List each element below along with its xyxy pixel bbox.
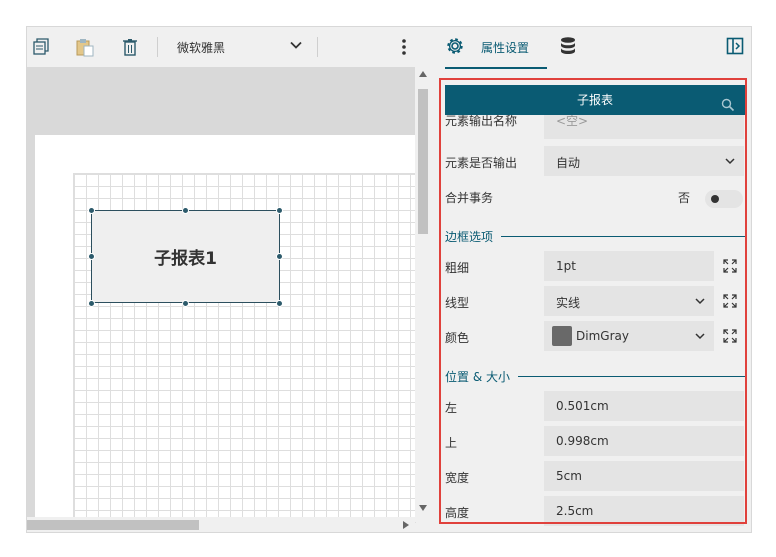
property-label: 高度 <box>445 506 470 520</box>
section-title: 位置 & 大小 <box>445 368 518 385</box>
chevron-down-icon[interactable] <box>694 295 706 310</box>
property-label: 颜色 <box>445 331 470 345</box>
search-icon[interactable] <box>721 93 735 112</box>
panel-collapse-icon[interactable] <box>726 37 744 58</box>
vertical-scroll-thumb[interactable] <box>418 89 428 234</box>
section-position-size[interactable]: 位置 & 大小 <box>445 366 745 386</box>
tab-properties[interactable]: 属性设置 <box>481 39 529 56</box>
property-value: 实线 <box>556 296 581 310</box>
section-title: 边框选项 <box>445 228 502 245</box>
more-vertical-icon[interactable] <box>399 37 409 57</box>
active-tab-indicator <box>445 67 547 69</box>
expand-icon[interactable] <box>723 294 737 308</box>
property-row-merge-transaction: 合并事务 否 <box>445 181 745 211</box>
property-row-left: 左 0.501cm <box>445 391 745 421</box>
property-value: <空> <box>556 115 589 128</box>
top-field[interactable]: 0.998cm <box>544 426 744 456</box>
resize-handle[interactable] <box>182 207 189 214</box>
toggle-knob <box>711 195 719 203</box>
scroll-right-arrow-icon[interactable] <box>403 521 409 529</box>
horizontal-scrollbar[interactable] <box>27 517 415 532</box>
resize-handle[interactable] <box>88 253 95 260</box>
toolbar-separator <box>317 37 318 57</box>
gear-icon[interactable] <box>445 36 465 59</box>
output-name-field[interactable]: <空> <box>544 115 744 139</box>
resize-handle[interactable] <box>182 300 189 307</box>
property-value: 自动 <box>556 156 581 170</box>
property-row-thickness: 粗细 1pt <box>445 251 745 281</box>
scroll-down-arrow-icon[interactable] <box>419 505 427 511</box>
left-field[interactable]: 0.501cm <box>544 391 744 421</box>
expand-icon[interactable] <box>723 259 737 273</box>
section-border-options[interactable]: 边框选项 <box>445 226 745 246</box>
report-designer-window: 微软雅黑 子报表1 属性设置 子报表 元素输出名称 <空> 元素是否输出 自动 … <box>26 26 752 533</box>
report-page <box>35 135 416 526</box>
paste-icon[interactable] <box>75 37 95 57</box>
property-label: 线型 <box>445 296 470 310</box>
resize-handle[interactable] <box>88 207 95 214</box>
property-label: 粗细 <box>445 261 470 275</box>
database-icon[interactable] <box>559 36 577 59</box>
line-type-select[interactable]: 实线 <box>544 286 714 316</box>
element-output-select[interactable]: 自动 <box>544 146 744 176</box>
panel-tab-bar: 属性设置 <box>437 27 751 69</box>
property-label: 左 <box>445 401 458 415</box>
horizontal-scroll-thumb[interactable] <box>27 520 199 530</box>
property-value: 0.501cm <box>556 399 609 413</box>
property-row-width: 宽度 5cm <box>445 461 745 491</box>
property-row-color: 颜色 DimGray <box>445 321 745 351</box>
editor-toolbar: 微软雅黑 <box>27 27 437 67</box>
property-label: 元素输出名称 <box>445 115 518 128</box>
toggle-state-label: 否 <box>678 191 691 205</box>
color-swatch <box>552 326 572 346</box>
property-value: DimGray <box>576 329 629 343</box>
chevron-down-icon[interactable] <box>289 38 303 55</box>
property-value: 0.998cm <box>556 434 609 448</box>
toolbar-separator <box>157 37 158 57</box>
property-row-height: 高度 2.5cm <box>445 496 745 526</box>
property-row-element-output: 元素是否输出 自动 <box>445 146 745 176</box>
chevron-down-icon[interactable] <box>694 330 706 345</box>
vertical-scrollbar[interactable] <box>415 67 431 517</box>
property-row-top: 上 0.998cm <box>445 426 745 456</box>
font-select[interactable]: 微软雅黑 <box>177 39 225 56</box>
chevron-down-icon[interactable] <box>724 155 736 170</box>
search-bar-title: 子报表 <box>576 93 613 107</box>
height-field[interactable]: 2.5cm <box>544 496 744 526</box>
resize-handle[interactable] <box>276 253 283 260</box>
merge-transaction-toggle[interactable] <box>705 190 743 208</box>
property-label: 宽度 <box>445 471 470 485</box>
resize-handle[interactable] <box>276 300 283 307</box>
properties-panel: 子报表 元素输出名称 <空> 元素是否输出 自动 合并事务 否 边框选项 粗细 … <box>437 77 751 532</box>
property-row-output-name: 元素输出名称 <空> <box>445 115 745 139</box>
expand-icon[interactable] <box>723 329 737 343</box>
property-label: 上 <box>445 436 458 450</box>
property-row-line-type: 线型 实线 <box>445 286 745 316</box>
property-search-bar[interactable]: 子报表 <box>445 85 745 115</box>
property-value: 5cm <box>556 469 582 483</box>
delete-icon[interactable] <box>120 37 140 57</box>
property-value: 1pt <box>556 259 576 273</box>
width-field[interactable]: 5cm <box>544 461 744 491</box>
property-value: 2.5cm <box>556 504 594 518</box>
subreport-element[interactable]: 子报表1 <box>91 210 280 303</box>
subreport-label: 子报表1 <box>154 249 217 269</box>
thickness-field[interactable]: 1pt <box>544 251 714 281</box>
property-label: 元素是否输出 <box>445 156 518 170</box>
scroll-up-arrow-icon[interactable] <box>419 71 427 77</box>
resize-handle[interactable] <box>276 207 283 214</box>
property-label: 合并事务 <box>445 191 494 205</box>
resize-handle[interactable] <box>88 300 95 307</box>
color-select[interactable]: DimGray <box>544 321 714 351</box>
copy-icon[interactable] <box>31 37 51 57</box>
